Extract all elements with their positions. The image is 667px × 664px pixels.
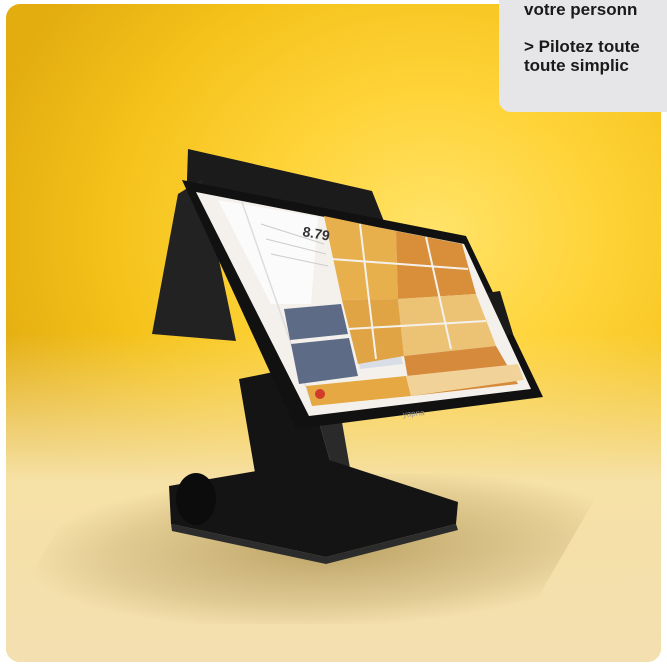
- brand-logo: yapna: [402, 408, 425, 419]
- screen-red-button: [315, 389, 325, 399]
- info-line-2: > Pilotez toute: [524, 37, 640, 56]
- info-line-3: toute simplic: [524, 56, 629, 75]
- base-hinge: [176, 473, 216, 525]
- info-box: votre personn > Pilotez toute toute simp…: [499, 0, 667, 112]
- info-line-1: votre personn: [524, 0, 638, 19]
